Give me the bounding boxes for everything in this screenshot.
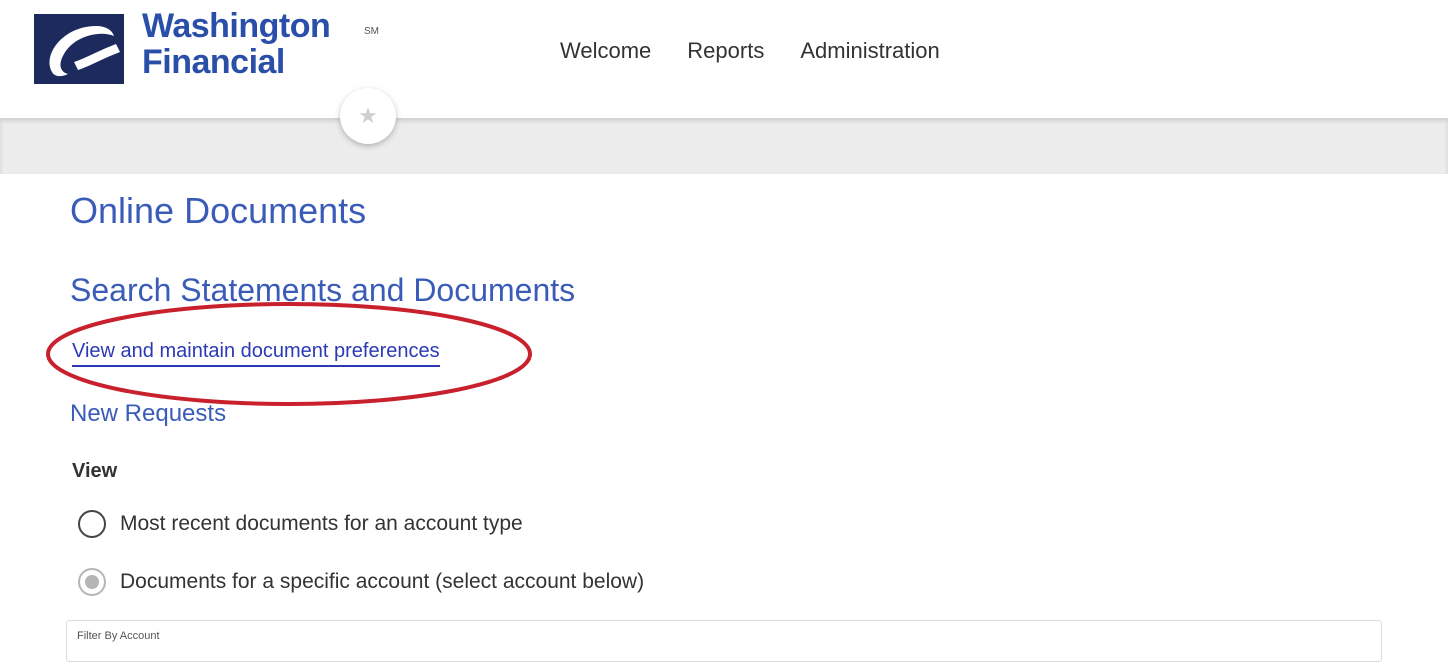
filter-label: Filter By Account: [77, 630, 160, 642]
washington-financial-logo-icon[interactable]: [34, 14, 124, 84]
view-option-label: Most recent documents for an account typ…: [120, 512, 523, 535]
nav-item-welcome[interactable]: Welcome: [560, 38, 651, 64]
section-title: Search Statements and Documents: [70, 272, 576, 308]
radio-button[interactable]: [78, 510, 106, 538]
view-option-label: Documents for a specific account (select…: [120, 570, 645, 593]
service-mark: SM: [364, 26, 379, 37]
radio-dot: [85, 575, 99, 589]
brand-name-line1: Washington: [142, 7, 331, 45]
brand-name-line2: Financial: [142, 43, 285, 81]
document-preferences-link[interactable]: View and maintain document preferences: [72, 340, 440, 367]
view-option-specific-account[interactable]: Documents for a specific account (select…: [78, 568, 644, 596]
favorites-button[interactable]: ★: [340, 88, 396, 144]
nav-item-administration[interactable]: Administration: [800, 38, 939, 64]
nav-item-reports[interactable]: Reports: [687, 38, 764, 64]
brand-name: Washington Financial SM: [142, 7, 379, 81]
site-header: Washington Financial SM Welcome Reports …: [0, 0, 1448, 118]
toolbar-strip: [0, 118, 1448, 174]
view-label: View: [72, 460, 118, 482]
star-icon: ★: [358, 103, 378, 128]
view-option-recent[interactable]: Most recent documents for an account typ…: [78, 510, 523, 538]
main-nav: Welcome Reports Administration: [560, 38, 940, 64]
radio-button-selected[interactable]: [78, 568, 106, 596]
page-title: Online Documents: [70, 190, 367, 231]
new-requests-title: New Requests: [70, 400, 227, 427]
filter-by-account-field[interactable]: Filter By Account: [66, 620, 1382, 662]
